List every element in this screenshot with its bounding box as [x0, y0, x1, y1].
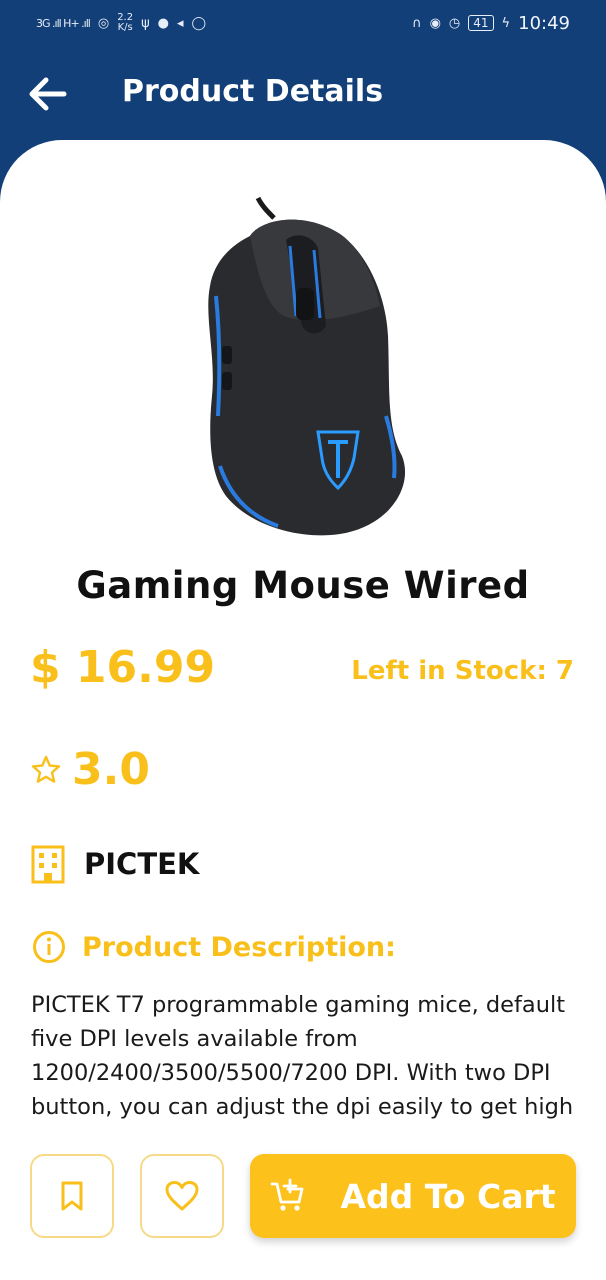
- brand-name: PICTEK: [84, 847, 200, 881]
- rating-value: 3.0: [72, 744, 150, 795]
- heart-icon: [165, 1181, 199, 1211]
- alarm-icon: ◷: [448, 15, 461, 31]
- bookmark-button[interactable]: [30, 1154, 114, 1238]
- status-bar-right: ∩ ◉ ◷ 41 ϟ 10:49: [412, 13, 570, 34]
- add-cart-icon: [271, 1178, 304, 1211]
- usb-icon: ψ: [141, 15, 150, 31]
- product-price: $ 16.99: [30, 642, 216, 693]
- wifi-icon: ◎: [97, 15, 110, 31]
- add-to-cart-button[interactable]: Add To Cart: [250, 1154, 576, 1238]
- product-name: Gaming Mouse Wired: [76, 564, 530, 607]
- building-icon: [31, 845, 65, 884]
- headphones-icon: ∩: [412, 15, 422, 31]
- eye-icon: ◉: [429, 15, 441, 31]
- description-title: Product Description:: [82, 931, 396, 963]
- charging-icon: ϟ: [501, 15, 511, 31]
- signal-icon: 3G .ıll H+ .ıll: [36, 16, 91, 30]
- data-speed: 2.2 K/s: [117, 12, 134, 33]
- stock-label: Left in Stock: 7: [351, 656, 574, 686]
- app-icon: ●: [157, 15, 170, 31]
- product-description: PICTEK T7 programmable gaming mice, defa…: [31, 992, 574, 1130]
- add-to-cart-label: Add To Cart: [340, 1176, 556, 1216]
- info-icon: [33, 931, 65, 963]
- favorite-button[interactable]: [140, 1154, 224, 1238]
- telegram-icon: ◂: [177, 15, 184, 31]
- app-bar: Product Details: [0, 46, 606, 146]
- status-bar-left: 3G .ıll H+ .ıll ◎ 2.2 K/s ψ ● ◂ ◯: [36, 13, 206, 33]
- whatsapp-icon: ◯: [191, 15, 207, 31]
- page-title: Product Details: [122, 74, 384, 109]
- action-bar: Add To Cart: [0, 1140, 606, 1280]
- description-header: Product Description:: [32, 930, 396, 964]
- arrow-left-icon: [29, 77, 67, 111]
- product-image: [208, 196, 406, 536]
- product-brand: PICTEK: [30, 844, 199, 884]
- product-details-card: Gaming Mouse Wired $ 16.99 Left in Stock…: [0, 140, 606, 1280]
- status-bar: 3G .ıll H+ .ıll ◎ 2.2 K/s ψ ● ◂ ◯ ∩ ◉ ◷ …: [0, 0, 606, 46]
- product-rating: 3.0: [30, 744, 150, 795]
- star-icon: [31, 755, 61, 783]
- back-button[interactable]: [28, 76, 68, 112]
- bookmark-icon: [61, 1181, 83, 1211]
- clock: 10:49: [518, 12, 570, 34]
- battery-icon: 41: [468, 15, 494, 31]
